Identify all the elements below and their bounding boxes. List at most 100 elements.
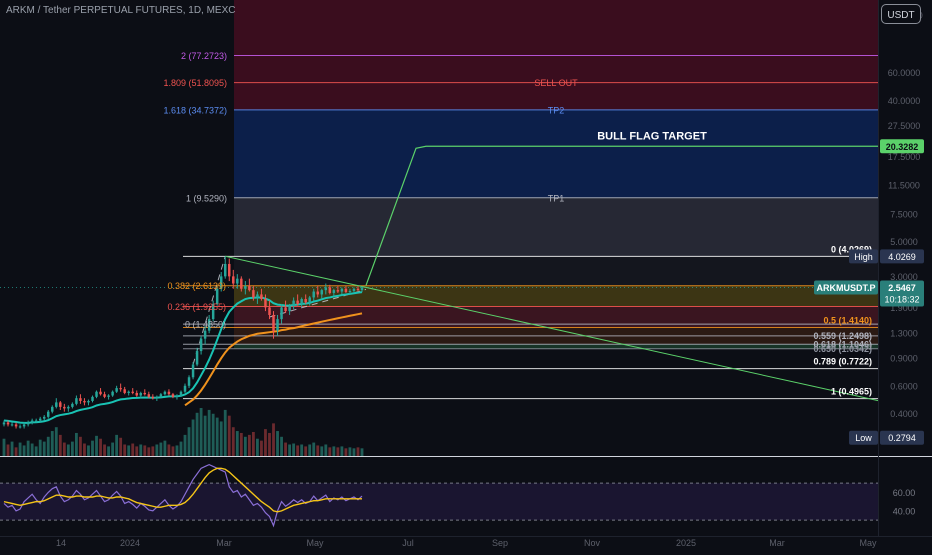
candle[interactable] bbox=[195, 347, 199, 367]
time-tick-label: 2025 bbox=[676, 538, 696, 548]
candle-body bbox=[312, 291, 315, 298]
tp1-label: TP1 bbox=[548, 193, 565, 203]
candle-body bbox=[111, 391, 114, 396]
time-axis[interactable]: 14 2024 Mar May Jul Sep Nov 2025 Mar May bbox=[0, 536, 932, 549]
candle-body bbox=[195, 351, 199, 365]
candle-body bbox=[244, 286, 247, 289]
rsi-pane[interactable] bbox=[0, 463, 878, 528]
candle-body bbox=[171, 394, 175, 397]
candle[interactable] bbox=[107, 394, 110, 400]
volume-bar bbox=[272, 423, 275, 456]
candle[interactable] bbox=[42, 415, 46, 421]
candle[interactable] bbox=[91, 395, 94, 403]
candle[interactable] bbox=[191, 362, 195, 380]
candle[interactable] bbox=[111, 390, 114, 397]
volume-bar bbox=[155, 444, 159, 456]
volume-bar bbox=[151, 446, 155, 456]
volume-bar bbox=[179, 441, 183, 456]
price-label-target[interactable]: 20.3282 bbox=[880, 139, 924, 154]
candle[interactable] bbox=[228, 258, 231, 282]
price-label-high[interactable]: High 4.0269 bbox=[849, 249, 924, 264]
candle[interactable] bbox=[103, 391, 106, 399]
candle[interactable] bbox=[95, 390, 98, 399]
volume-bar bbox=[348, 447, 352, 456]
candle[interactable] bbox=[26, 420, 30, 427]
candle-body bbox=[328, 287, 332, 293]
candle[interactable] bbox=[30, 418, 34, 425]
volume-bar bbox=[123, 444, 127, 456]
volume-bar bbox=[83, 443, 86, 456]
candle[interactable] bbox=[71, 402, 74, 409]
chart-root: 2 (77.2723) 1.809 (51.8095) 1.618 (34.7372… bbox=[0, 0, 932, 550]
candle[interactable] bbox=[167, 389, 171, 396]
candle[interactable] bbox=[187, 375, 191, 389]
candle[interactable] bbox=[123, 386, 126, 395]
currency-button[interactable]: USDT bbox=[881, 4, 921, 24]
volume-bar bbox=[2, 438, 6, 456]
candle[interactable] bbox=[59, 400, 62, 411]
candle[interactable] bbox=[47, 410, 50, 419]
price-tick-label: 5.0000 bbox=[890, 237, 918, 247]
candle[interactable] bbox=[67, 405, 70, 412]
candle-body bbox=[320, 290, 324, 295]
candle-body bbox=[38, 418, 42, 421]
candle[interactable] bbox=[83, 398, 86, 406]
volume-bar bbox=[74, 432, 78, 456]
candle[interactable] bbox=[183, 383, 187, 393]
volume-bar bbox=[175, 445, 179, 456]
symbol-header[interactable]: ARKM / Tether PERPETUAL FUTURES, 1D, MEX… bbox=[0, 0, 238, 22]
volume-bar bbox=[211, 413, 215, 456]
price-tick-label: 27.5000 bbox=[888, 121, 921, 131]
candle[interactable] bbox=[10, 422, 14, 427]
candle-body bbox=[79, 398, 82, 401]
time-tick-label: Mar bbox=[216, 538, 232, 548]
candle[interactable] bbox=[18, 424, 22, 429]
volume-bar bbox=[264, 429, 267, 456]
volume-bar bbox=[243, 436, 247, 456]
candle[interactable] bbox=[135, 390, 138, 397]
volume-bar bbox=[159, 442, 163, 456]
candle-body bbox=[336, 290, 340, 292]
tp2-label: TP2 bbox=[548, 105, 565, 115]
candle[interactable] bbox=[151, 394, 155, 400]
candle[interactable] bbox=[75, 395, 78, 406]
volume-bar bbox=[22, 445, 26, 456]
volume-bar bbox=[215, 417, 219, 456]
volume-bar bbox=[231, 427, 235, 456]
candle[interactable] bbox=[199, 335, 203, 355]
volume-bar bbox=[360, 448, 364, 456]
volume-bar bbox=[26, 440, 30, 456]
candle[interactable] bbox=[63, 403, 66, 412]
candle[interactable] bbox=[79, 394, 82, 404]
candle[interactable] bbox=[223, 256, 227, 279]
volume-bar bbox=[103, 444, 106, 456]
price-label-low[interactable]: Low 0.2794 bbox=[849, 430, 924, 445]
zone-green bbox=[234, 344, 878, 349]
candle[interactable] bbox=[99, 388, 102, 396]
rsi-tick-label: 60.00 bbox=[893, 488, 916, 498]
candle-body bbox=[71, 403, 74, 407]
volume-bar bbox=[187, 427, 191, 456]
candle[interactable] bbox=[119, 383, 122, 392]
zone-tp2 bbox=[234, 109, 878, 198]
candle-body bbox=[26, 422, 30, 425]
bull-flag-label: BULL FLAG TARGET bbox=[597, 130, 707, 142]
candle-body bbox=[232, 276, 235, 284]
zone-sell bbox=[234, 0, 878, 110]
price-label-text: 4.0269 bbox=[888, 252, 916, 262]
candle[interactable] bbox=[55, 398, 58, 409]
time-tick-label: Sep bbox=[492, 538, 508, 548]
candle[interactable] bbox=[131, 388, 134, 395]
candle[interactable] bbox=[127, 390, 130, 396]
candle[interactable] bbox=[87, 399, 90, 406]
candle[interactable] bbox=[14, 422, 18, 429]
candle-body bbox=[187, 377, 191, 386]
candle[interactable] bbox=[115, 385, 118, 393]
volume-bar bbox=[95, 435, 98, 456]
candle[interactable] bbox=[51, 405, 54, 414]
candle-body bbox=[59, 402, 62, 407]
candle[interactable] bbox=[143, 389, 147, 396]
candle-body bbox=[115, 388, 118, 392]
price-chart[interactable]: 2 (77.2723) 1.809 (51.8095) 1.618 (34.7372… bbox=[0, 0, 932, 550]
candle[interactable] bbox=[163, 390, 167, 396]
